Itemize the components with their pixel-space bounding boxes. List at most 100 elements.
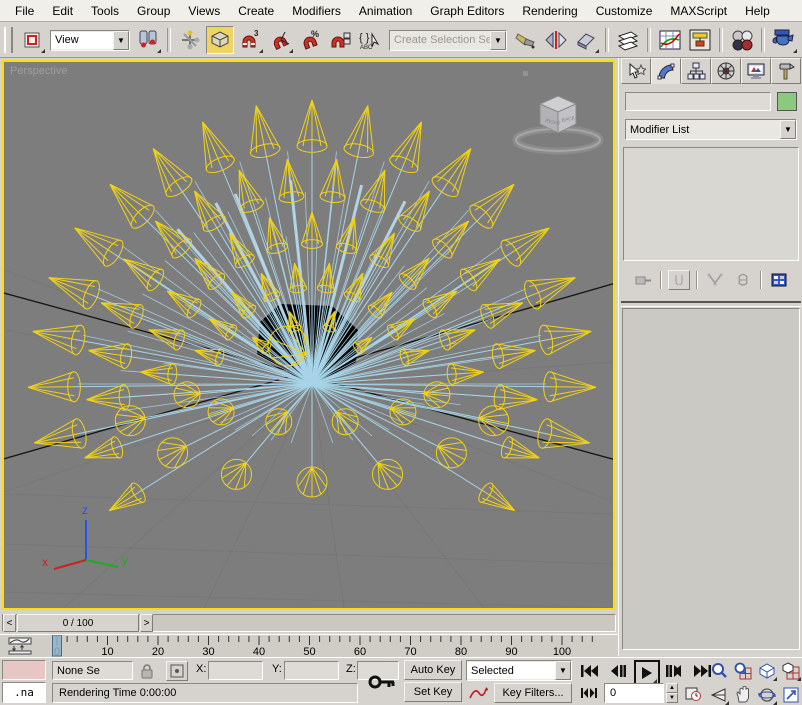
separator — [696, 271, 698, 289]
menu-graph-editors[interactable]: Graph Editors — [421, 1, 513, 21]
selection-region-button[interactable] — [18, 26, 46, 54]
key-filters-button[interactable]: Key Filters... — [494, 683, 572, 703]
material-editor-button[interactable] — [728, 26, 756, 54]
svg-text:%: % — [311, 29, 319, 39]
set-key-button[interactable]: Set Key — [404, 682, 462, 702]
make-unique-button[interactable] — [704, 270, 726, 290]
y-coordinate-label: Y: — [272, 663, 282, 675]
percent-snap-button[interactable]: % — [296, 26, 324, 54]
y-coordinate-field[interactable] — [284, 661, 339, 680]
edit-named-selection-sets-button[interactable]: { }ABC — [356, 26, 384, 54]
tab-hierarchy[interactable] — [681, 58, 711, 84]
pan-button[interactable] — [732, 684, 754, 705]
dropdown-arrow-icon[interactable]: ▼ — [113, 31, 129, 50]
angle-snap-button[interactable] — [266, 26, 294, 54]
mini-curve-editor-button[interactable] — [3, 636, 39, 656]
show-end-result-button[interactable] — [668, 270, 690, 290]
object-name-field[interactable] — [625, 92, 771, 111]
modifier-list-dropdown[interactable]: Modifier List ▼ — [625, 119, 797, 140]
menu-modifiers[interactable]: Modifiers — [283, 1, 350, 21]
pin-stack-button[interactable] — [632, 270, 654, 290]
command-panel: Modifier List ▼ — [618, 58, 802, 656]
menu-tools[interactable]: Tools — [82, 1, 128, 21]
remove-modifier-button[interactable] — [732, 270, 754, 290]
dropdown-arrow-icon[interactable]: ▼ — [555, 661, 571, 680]
menu-animation[interactable]: Animation — [350, 1, 421, 21]
previous-frame-arrow[interactable]: < — [3, 614, 16, 632]
key-mode-dropdown[interactable]: Selected ▼ — [466, 660, 572, 681]
zoom-extents-button[interactable] — [756, 660, 778, 682]
time-configuration-button[interactable] — [684, 684, 702, 702]
status-bar: .na None Se X: Y: Z: Rendering Time 0:00… — [0, 657, 802, 705]
menu-file[interactable]: File — [6, 1, 43, 21]
menu-rendering[interactable]: Rendering — [513, 1, 586, 21]
selection-lock-icon[interactable] — [138, 662, 156, 680]
menu-group[interactable]: Group — [128, 1, 179, 21]
key-mode-value: Selected — [467, 662, 555, 679]
main-toolbar: View ▼ 3 % { }ABC Create Selectio — [0, 23, 802, 58]
perspective-viewport[interactable]: xyzRIGHTBACK Perspective — [2, 60, 615, 610]
absolute-offset-toggle[interactable] — [166, 661, 188, 681]
min-max-toggle-button[interactable] — [780, 684, 802, 705]
parameters-rollout-area[interactable] — [622, 308, 800, 650]
menu-views[interactable]: Views — [179, 1, 229, 21]
time-slider-button[interactable]: 0 / 100 — [17, 614, 139, 632]
menu-maxscript[interactable]: MAXScript — [661, 1, 736, 21]
current-frame-field[interactable]: 0 — [604, 683, 664, 703]
tab-motion[interactable] — [711, 58, 741, 84]
snap-toggle-3d-button[interactable]: 3 — [236, 26, 264, 54]
mirror-button[interactable] — [542, 26, 570, 54]
next-frame-button[interactable] — [662, 661, 686, 681]
tab-display[interactable] — [741, 58, 771, 84]
go-to-start-button[interactable] — [578, 661, 602, 681]
tab-modify[interactable] — [651, 58, 681, 84]
menu-edit[interactable]: Edit — [43, 1, 82, 21]
zoom-all-button[interactable] — [732, 660, 754, 682]
arc-rotate-button[interactable] — [756, 684, 778, 705]
toolbar-grip[interactable] — [4, 27, 13, 53]
dropdown-arrow-icon[interactable]: ▼ — [490, 31, 506, 50]
configure-modifier-sets-button[interactable] — [768, 270, 790, 290]
modifier-stack-list[interactable] — [623, 147, 799, 261]
use-pivot-center-button[interactable] — [134, 26, 162, 54]
default-tangent-button[interactable] — [466, 683, 490, 703]
previous-frame-button[interactable] — [606, 661, 630, 681]
z-coordinate-label: Z: — [346, 663, 356, 675]
maxscript-listener-pink[interactable] — [2, 660, 46, 680]
maxscript-listener-white[interactable]: .na — [2, 682, 46, 703]
object-color-swatch[interactable] — [777, 92, 797, 111]
flashlight-button[interactable] — [512, 26, 540, 54]
key-mode-toggle-button[interactable] — [578, 684, 600, 702]
menu-create[interactable]: Create — [229, 1, 283, 21]
tab-create[interactable] — [621, 58, 651, 84]
auto-key-button[interactable]: Auto Key — [404, 660, 462, 680]
align-button[interactable] — [572, 26, 600, 54]
reference-coordinate-value: View — [51, 32, 113, 49]
snaps-toggle-button[interactable] — [206, 26, 234, 54]
schematic-view-button[interactable] — [686, 26, 714, 54]
render-button[interactable] — [770, 26, 798, 54]
track-bar[interactable]: 0102030405060708090100 — [0, 634, 618, 658]
menu-customize[interactable]: Customize — [587, 1, 662, 21]
svg-text:x: x — [42, 555, 48, 569]
time-ruler[interactable]: 0102030405060708090100 — [42, 635, 618, 658]
x-coordinate-field[interactable] — [208, 661, 263, 680]
named-selection-set-dropdown[interactable]: Create Selection Set ▼ — [389, 30, 507, 51]
zoom-button[interactable] — [708, 660, 730, 682]
frame-field-spinner[interactable]: ▲▼ — [666, 683, 678, 703]
next-frame-arrow[interactable]: > — [140, 614, 153, 632]
curve-editor-button[interactable] — [656, 26, 684, 54]
layer-manager-button[interactable] — [614, 26, 642, 54]
set-keys-button[interactable] — [364, 660, 400, 703]
reference-coordinate-dropdown[interactable]: View ▼ — [50, 30, 130, 51]
select-and-manipulate-button[interactable] — [176, 26, 204, 54]
viewport-label[interactable]: Perspective — [10, 65, 67, 77]
zoom-extents-all-button[interactable] — [780, 660, 802, 682]
spinner-snap-button[interactable] — [326, 26, 354, 54]
dropdown-arrow-icon[interactable]: ▼ — [780, 120, 796, 139]
menu-help[interactable]: Help — [736, 1, 779, 21]
toolbar-separator — [761, 28, 765, 52]
modifier-list-label: Modifier List — [626, 124, 780, 136]
field-of-view-button[interactable] — [708, 684, 730, 705]
tab-utilities[interactable] — [771, 58, 801, 84]
